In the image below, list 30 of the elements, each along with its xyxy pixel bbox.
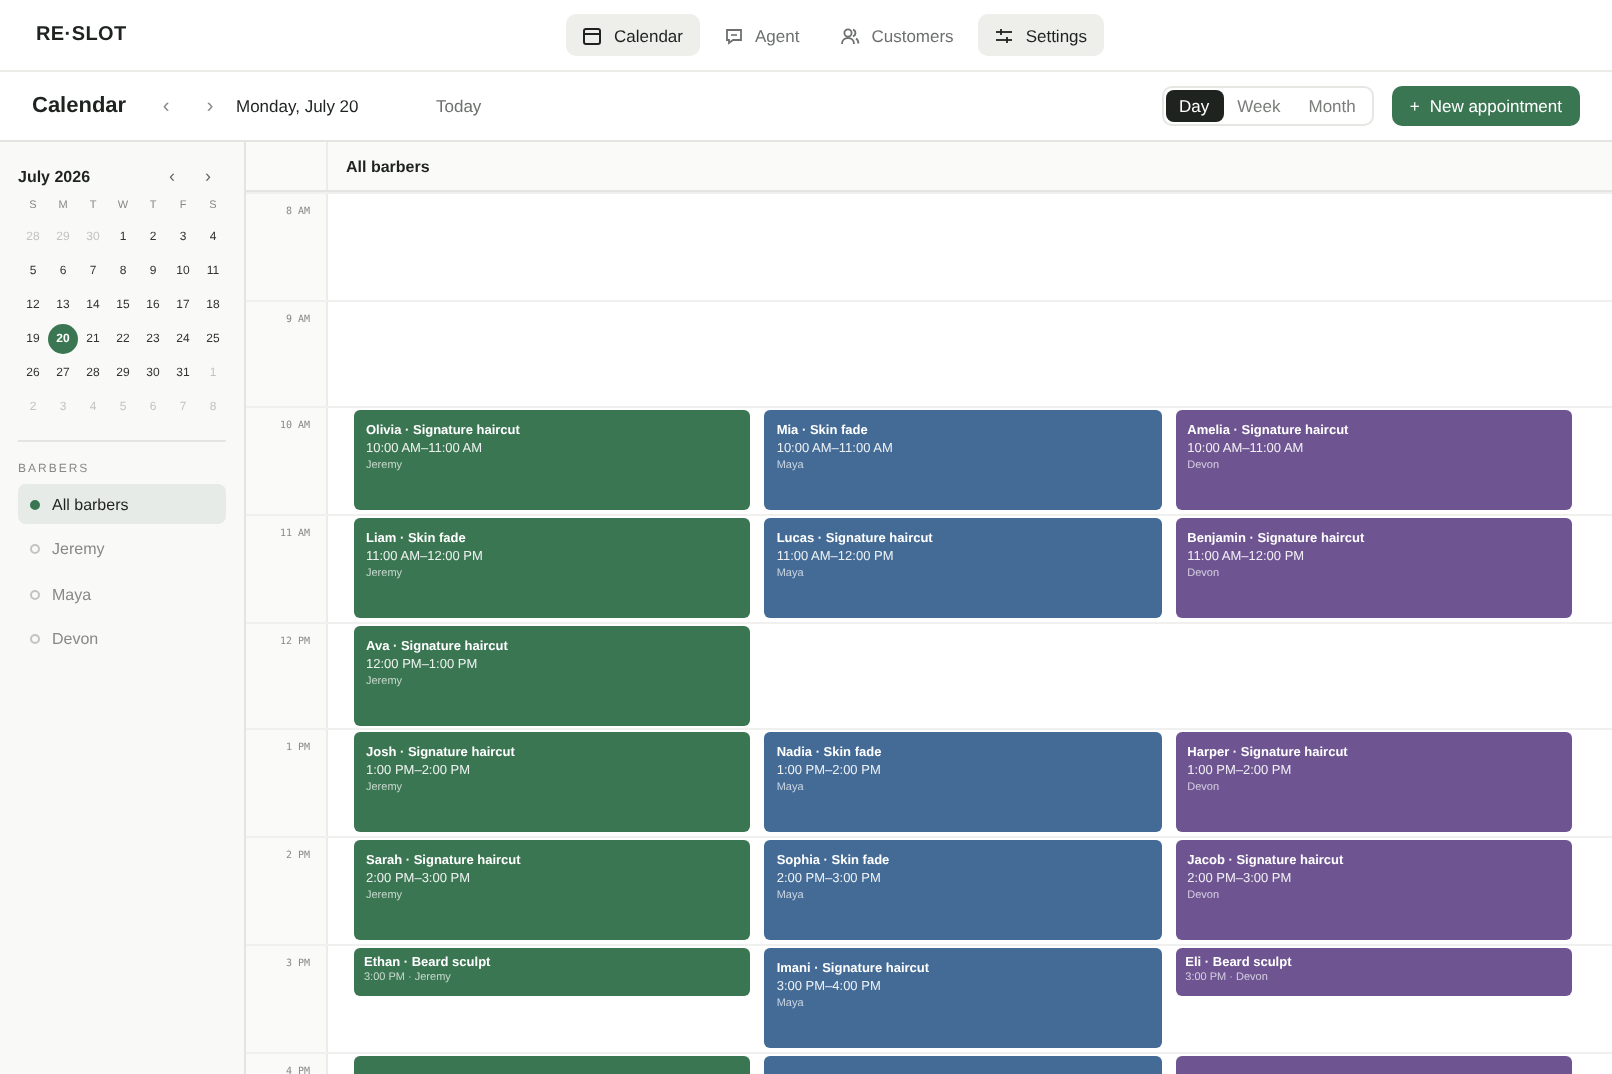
new-appointment-button[interactable]: + New appointment (1391, 86, 1580, 126)
status-dot-icon (30, 499, 40, 509)
barber-filter[interactable]: All barbers (18, 484, 226, 524)
calendar-icon (582, 25, 602, 45)
nav-tab[interactable]: Agent (707, 14, 816, 56)
people-icon (839, 25, 860, 45)
nav-tab[interactable]: Calendar (566, 14, 699, 56)
column-header: All barbers (346, 157, 430, 175)
view-tab[interactable]: Month (1294, 90, 1370, 122)
nav-tab[interactable]: Customers (823, 14, 970, 56)
current-date: Monday, July 20 (236, 96, 361, 116)
status-dot-icon (30, 634, 40, 644)
logo: RE·SLOT (36, 24, 127, 46)
status-dot-icon (30, 589, 40, 599)
next-month-button[interactable]: › (190, 166, 226, 186)
chat-icon (723, 25, 743, 45)
previous-month-button[interactable]: ‹ (154, 166, 190, 186)
next-button[interactable]: › (188, 95, 232, 117)
page-title: Calendar (32, 94, 129, 118)
barber-filter[interactable]: Maya (18, 574, 226, 614)
month-title: July 2026 (18, 167, 93, 185)
view-tab[interactable]: Day (1165, 90, 1224, 122)
today-button[interactable]: Today (436, 96, 482, 116)
previous-button[interactable]: ‹ (144, 95, 188, 117)
status-dot-icon (30, 544, 40, 554)
sliders-icon (993, 25, 1014, 45)
nav-tab[interactable]: Settings (977, 14, 1104, 56)
barber-filter[interactable]: Devon (18, 619, 226, 659)
barber-filter[interactable]: Jeremy (18, 529, 226, 569)
view-tab[interactable]: Week (1223, 90, 1295, 122)
